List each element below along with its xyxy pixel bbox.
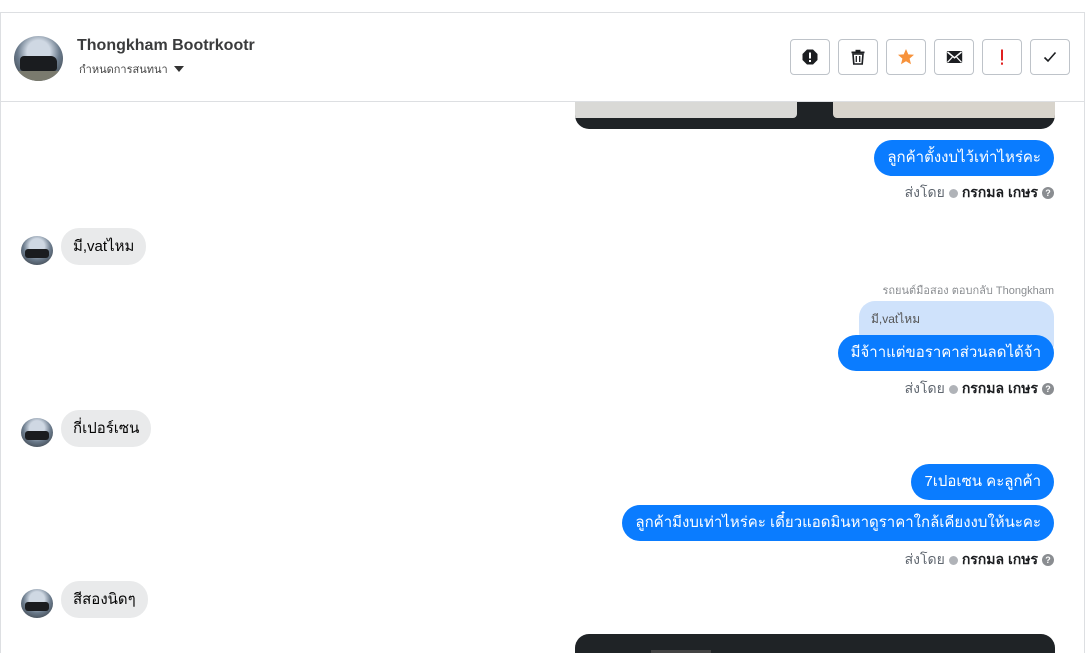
image-attachment[interactable] (575, 102, 1055, 129)
help-icon[interactable]: ? (1042, 187, 1054, 199)
incoming-message[interactable]: สีสองนิดๆ (61, 581, 148, 618)
trash-icon (851, 49, 865, 65)
contact-name[interactable]: Thongkham Bootrkootr (77, 37, 255, 55)
reply-context: รถยนต์มือสอง ตอบกลับ Thongkham (882, 285, 1054, 297)
sent-by-info: ส่งโดย กรกมล เกษร ? (905, 182, 1054, 204)
assign-conversation-dropdown[interactable]: กำหนดการสนทนา (79, 60, 184, 78)
agent-name: กรกมล เกษร (961, 551, 1038, 567)
contact-avatar-small (21, 589, 53, 618)
check-icon (1043, 51, 1057, 63)
message-list[interactable]: ลูกค้าตั้งงบไว้เท่าไหร่คะ ส่งโดย กรกมล เ… (1, 102, 1084, 653)
contact-avatar-small (21, 418, 53, 447)
done-button[interactable] (1030, 39, 1070, 75)
contact-avatar-small (21, 236, 53, 265)
header-actions (790, 39, 1070, 75)
sent-by-info: ส่งโดย กรกมล เกษร ? (905, 378, 1054, 400)
contact-avatar[interactable] (14, 36, 63, 81)
mark-unread-button[interactable] (934, 39, 974, 75)
star-button[interactable] (886, 39, 926, 75)
envelope-icon (946, 51, 962, 63)
outgoing-message[interactable]: มีจ้าาแต่ขอราคาส่วนลดได้จ้า (837, 335, 1054, 371)
agent-name: กรกมล เกษร (961, 380, 1038, 396)
conversation-panel: Thongkham Bootrkootr กำหนดการสนทนา ลูกค้… (0, 12, 1085, 653)
image-attachment[interactable] (575, 634, 1055, 653)
incoming-message[interactable]: มี,vatไหม (61, 228, 147, 265)
outgoing-message[interactable]: 7เปอเซน คะลูกค้า (911, 464, 1054, 500)
caret-down-icon (173, 66, 184, 72)
exclamation-icon (1001, 49, 1003, 65)
star-icon (898, 49, 914, 65)
alert-octagon-icon (802, 49, 818, 65)
conversation-header: Thongkham Bootrkootr กำหนดการสนทนา (1, 13, 1084, 102)
agent-name: กรกมล เกษร (961, 184, 1038, 200)
assign-label: กำหนดการสนทนา (79, 64, 168, 76)
agent-dot-icon (948, 188, 958, 198)
outgoing-message[interactable]: ลูกค้าตั้งงบไว้เท่าไหร่คะ (874, 140, 1054, 176)
sent-by-label: ส่งโดย (904, 184, 945, 200)
help-icon[interactable]: ? (1042, 554, 1054, 566)
sent-by-info: ส่งโดย กรกมล เกษร ? (905, 549, 1054, 571)
agent-dot-icon (948, 555, 958, 565)
outgoing-message[interactable]: ลูกค้ามีงบเท่าไหร่คะ เดี๋ยวแอดมินหาดูราค… (622, 505, 1054, 541)
agent-dot-icon (948, 384, 958, 394)
incoming-message[interactable]: กี่เปอร์เซน (61, 410, 152, 447)
sent-by-label: ส่งโดย (904, 551, 945, 567)
sent-by-label: ส่งโดย (904, 380, 945, 396)
help-icon[interactable]: ? (1042, 383, 1054, 395)
delete-button[interactable] (838, 39, 878, 75)
spam-button[interactable] (790, 39, 830, 75)
important-button[interactable] (982, 39, 1022, 75)
